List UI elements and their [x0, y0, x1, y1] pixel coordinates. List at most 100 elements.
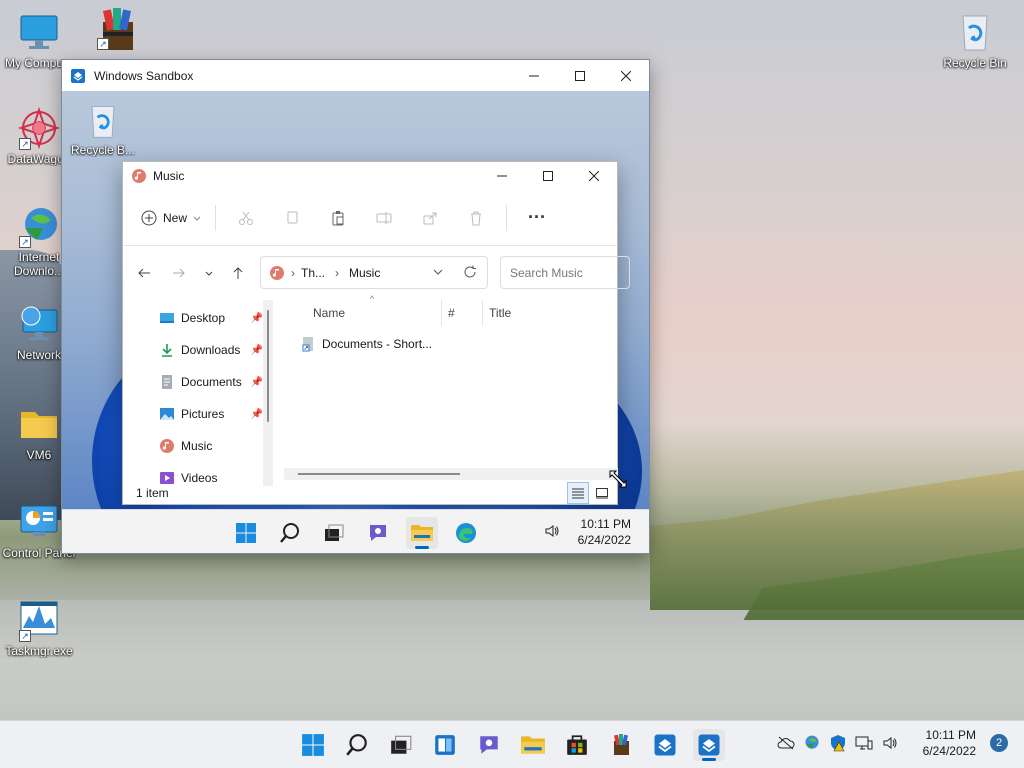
plus-circle-icon: [141, 210, 157, 225]
sort-ascending-icon: ^: [370, 294, 375, 304]
column-header-title[interactable]: Title: [489, 306, 511, 320]
desktop-icon-recycle-bin[interactable]: Recycle Bin: [936, 10, 1014, 70]
column-divider[interactable]: [482, 300, 483, 326]
chat-icon: [370, 525, 386, 541]
sandbox-clock-time: 10:11 PM: [580, 517, 631, 531]
store-button[interactable]: [561, 729, 593, 761]
sandbox-search-button[interactable]: [274, 517, 306, 549]
volume-icon[interactable]: [879, 732, 901, 754]
chat-button[interactable]: [473, 729, 505, 761]
sidebar-item-music[interactable]: Music: [159, 436, 263, 456]
search-button[interactable]: [341, 729, 373, 761]
sidebar-item-desktop[interactable]: Desktop 📌: [159, 308, 263, 328]
details-view-icon: [572, 488, 584, 499]
sandbox-maximize-button[interactable]: [557, 60, 603, 91]
details-view-button[interactable]: [567, 482, 589, 504]
column-header-number[interactable]: #: [448, 306, 455, 320]
music-folder-icon: [131, 168, 147, 184]
up-button[interactable]: [227, 262, 249, 284]
explorer-minimize-button[interactable]: [479, 162, 525, 190]
security-warning-icon[interactable]: [827, 732, 849, 754]
task-manager-icon: ↗: [17, 598, 61, 642]
sandbox-edge-button[interactable]: [450, 517, 482, 549]
sandbox-clock-date: 6/24/2022: [577, 533, 631, 547]
sandbox-clock[interactable]: 10:11 PM 6/24/2022: [578, 516, 631, 548]
column-divider[interactable]: [441, 300, 442, 326]
arrow-right-icon: [173, 268, 185, 278]
cut-button[interactable]: [230, 202, 262, 234]
explorer-navigation-bar: › Th... › Music Search Music: [123, 246, 630, 298]
share-icon: [423, 212, 437, 224]
delete-button[interactable]: [460, 202, 492, 234]
explorer-titlebar[interactable]: Music: [123, 162, 617, 190]
navigation-pane-scrollbar[interactable]: [263, 300, 273, 486]
volume-icon[interactable]: [544, 523, 560, 542]
refresh-icon: [464, 265, 476, 278]
sidebar-item-pictures[interactable]: Pictures 📌: [159, 404, 263, 424]
rename-button[interactable]: [368, 202, 400, 234]
shortcut-file-icon: [302, 337, 313, 352]
maximize-icon: [575, 70, 585, 81]
file-list-horizontal-scrollbar[interactable]: [284, 468, 618, 480]
sandbox-chat-button[interactable]: [362, 517, 394, 549]
file-explorer-window[interactable]: Music New ··· › Th... › Music Search Mus…: [122, 161, 630, 505]
file-row[interactable]: Documents - Short...: [300, 336, 432, 352]
shortcut-arrow-icon: ↗: [19, 236, 31, 248]
network-status-icon[interactable]: [853, 732, 875, 754]
navigation-pane: Desktop 📌 Downloads 📌 Documents 📌 Pictur…: [123, 300, 273, 486]
sandbox-close-button[interactable]: [603, 60, 649, 91]
search-icon: [280, 523, 299, 543]
notification-badge[interactable]: 2: [990, 734, 1008, 752]
explorer-maximize-button[interactable]: [525, 162, 571, 190]
sandbox-desktop-icon-recycle-bin[interactable]: Recycle B...: [64, 101, 142, 157]
new-button[interactable]: New: [141, 210, 201, 226]
sandbox-task-view-button[interactable]: [318, 517, 350, 549]
back-button[interactable]: [133, 262, 155, 284]
desktop-icon-taskmgr[interactable]: ↗ Taskmgr.exe: [0, 598, 78, 658]
sidebar-item-documents[interactable]: Documents 📌: [159, 372, 263, 392]
windows-logo-icon: [302, 734, 324, 756]
paste-button[interactable]: [322, 202, 354, 234]
explorer-command-bar: New ···: [123, 190, 617, 246]
forward-button[interactable]: [168, 262, 190, 284]
winrar-taskbar-button[interactable]: [605, 729, 637, 761]
task-view-button[interactable]: [385, 729, 417, 761]
file-list: ^ Name # Title Documents - Short...: [278, 294, 618, 480]
item-count: 1 item: [136, 486, 169, 500]
sandbox-minimize-button[interactable]: [511, 60, 557, 91]
chevron-down-icon: [205, 271, 213, 276]
onedrive-offline-icon[interactable]: [775, 732, 797, 754]
sidebar-item-label: Desktop: [181, 311, 226, 325]
explorer-close-button[interactable]: [571, 162, 617, 190]
picture-icon: [160, 408, 174, 420]
edge-icon: [456, 523, 476, 543]
sandbox-taskbar-button[interactable]: [649, 729, 681, 761]
sandbox-window[interactable]: Windows Sandbox Recycle B... Music New ·…: [61, 59, 650, 554]
sandbox-file-explorer-button[interactable]: [406, 517, 438, 549]
sidebar-item-downloads[interactable]: Downloads 📌: [159, 340, 263, 360]
copy-button[interactable]: [276, 202, 308, 234]
folder-icon: [17, 402, 61, 446]
sandbox-titlebar[interactable]: Windows Sandbox: [62, 60, 649, 91]
share-button[interactable]: [414, 202, 446, 234]
wallpaper-mountain: [0, 250, 70, 520]
file-explorer-button[interactable]: [517, 729, 549, 761]
address-dropdown-button[interactable]: [433, 267, 443, 277]
breadcrumb-this-pc[interactable]: Th...: [301, 266, 325, 280]
sandbox-taskbar-button-active[interactable]: [693, 729, 725, 761]
internet-download-manager-tray-icon[interactable]: [801, 732, 823, 754]
widgets-button[interactable]: [429, 729, 461, 761]
winrar-icon: ↗: [95, 6, 139, 50]
desktop-icon-winrar[interactable]: ↗: [78, 6, 156, 52]
taskbar-clock[interactable]: 10:11 PM 6/24/2022: [923, 727, 976, 759]
sandbox-start-button[interactable]: [230, 517, 262, 549]
breadcrumb-music[interactable]: Music: [349, 266, 380, 280]
start-button[interactable]: [297, 729, 329, 761]
refresh-button[interactable]: [463, 265, 477, 279]
search-input[interactable]: Search Music: [500, 256, 630, 289]
recent-locations-button[interactable]: [198, 262, 220, 284]
more-options-button[interactable]: ···: [521, 202, 553, 234]
sidebar-item-label: Pictures: [181, 407, 225, 421]
address-bar[interactable]: › Th... › Music: [260, 256, 488, 289]
column-header-name[interactable]: Name: [313, 306, 345, 320]
